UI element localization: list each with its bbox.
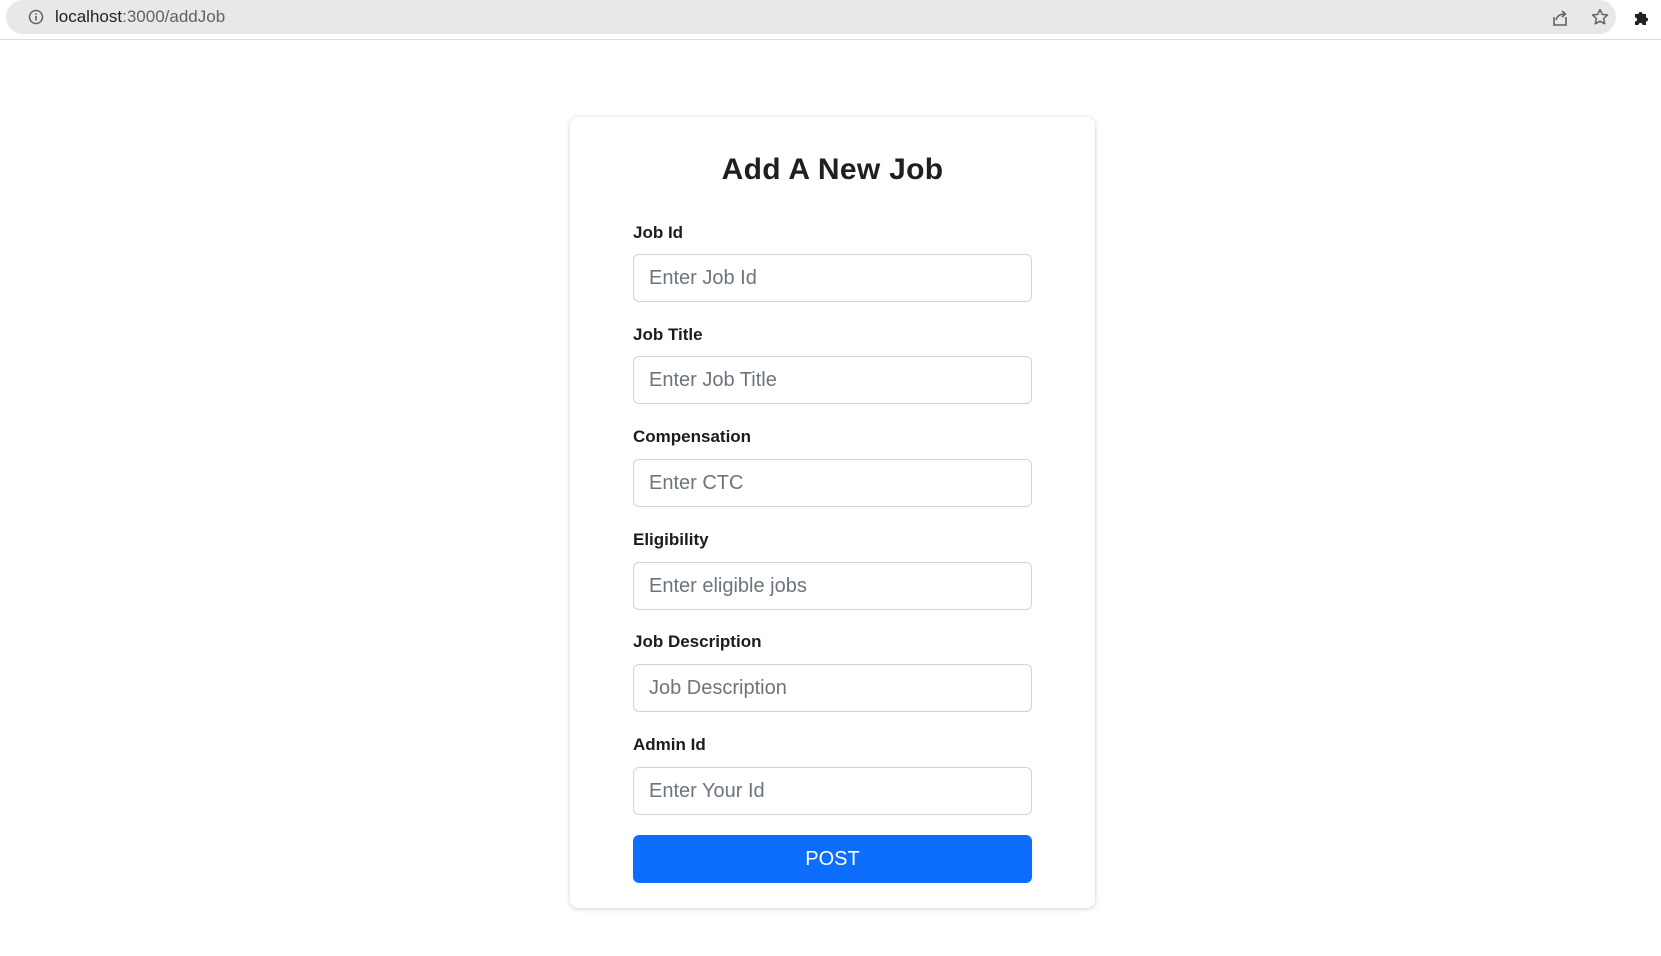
url-path: :3000/addJob [122, 7, 226, 26]
job-id-input[interactable] [633, 254, 1032, 302]
puzzle-icon[interactable] [1632, 7, 1652, 27]
job-title-input[interactable] [633, 356, 1032, 404]
job-description-label: Job Description [633, 632, 762, 651]
admin-id-input[interactable] [633, 767, 1032, 815]
job-id-label: Job Id [633, 223, 684, 242]
add-job-form: Add A New Job Job Id Job Title Compensat… [570, 117, 1095, 908]
url-host: localhost [55, 7, 123, 26]
browser-toolbar: localhost:3000/addJob [0, 0, 1661, 40]
eligibility-label: Eligibility [633, 530, 709, 549]
form-title: Add A New Job [721, 153, 944, 186]
eligibility-input[interactable] [633, 562, 1032, 610]
compensation-label: Compensation [633, 427, 752, 446]
post-button[interactable]: POST [633, 835, 1032, 883]
address-bar[interactable]: localhost:3000/addJob [6, 0, 1616, 34]
info-icon[interactable] [28, 9, 44, 25]
compensation-input[interactable] [633, 459, 1032, 507]
url-text[interactable]: localhost:3000/addJob [55, 8, 225, 26]
admin-id-label: Admin Id [633, 735, 706, 754]
job-description-input[interactable] [633, 664, 1032, 712]
job-title-label: Job Title [633, 325, 703, 344]
star-icon[interactable] [1590, 7, 1610, 27]
share-icon[interactable] [1550, 8, 1570, 28]
